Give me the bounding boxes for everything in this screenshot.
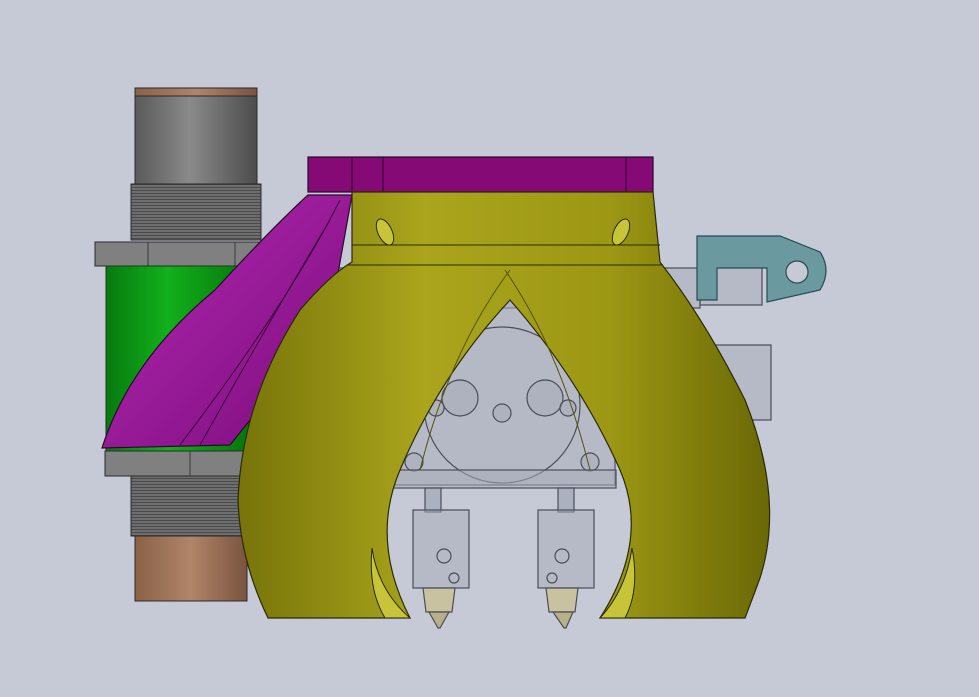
nozzle-right	[537, 487, 595, 629]
clip-hole	[785, 260, 809, 284]
probe-bottom-cap	[134, 535, 248, 602]
probe-upper-thread	[130, 183, 262, 241]
probe-upper-body	[134, 95, 258, 185]
cad-viewport	[0, 0, 979, 697]
top-mount-plate	[307, 156, 654, 193]
probe-lower-thread	[130, 475, 244, 537]
printer-head-assembly	[94, 87, 827, 629]
probe-lower-nut	[104, 450, 251, 477]
nozzle-left	[412, 487, 470, 629]
